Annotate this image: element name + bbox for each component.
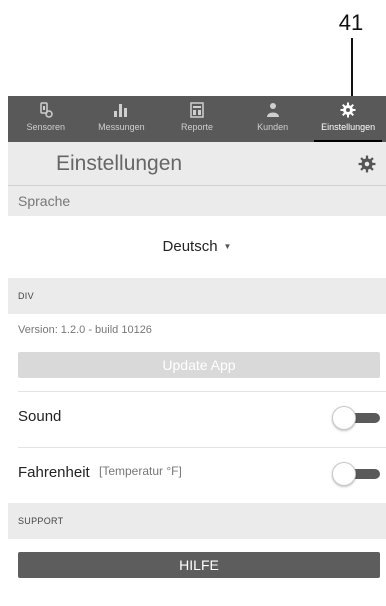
- sound-toggle[interactable]: [332, 406, 380, 430]
- report-icon: [189, 102, 205, 118]
- section-sprache: Sprache: [8, 186, 386, 216]
- divider: [18, 391, 386, 392]
- language-select[interactable]: Deutsch ▼: [8, 216, 386, 276]
- bar-chart-icon: [113, 102, 129, 118]
- nav-item-messungen[interactable]: Messungen: [84, 96, 160, 142]
- section-support: SUPPORT: [8, 503, 386, 539]
- gear-icon: [340, 102, 356, 118]
- settings-gear-icon[interactable]: [358, 155, 376, 173]
- nav-label: Messungen: [98, 122, 145, 132]
- nav-label: Einstellungen: [321, 122, 376, 132]
- page-title: Einstellungen: [56, 152, 183, 175]
- help-button[interactable]: HILFE: [18, 552, 380, 578]
- version-text: Version: 1.2.0 - build 10126: [18, 324, 152, 336]
- chevron-down-icon: ▼: [223, 241, 232, 251]
- page-header: Einstellungen: [8, 142, 386, 186]
- nav-label: Reporte: [180, 122, 213, 132]
- customers-icon: [265, 102, 281, 118]
- divider: [18, 447, 386, 448]
- fahrenheit-sublabel: [Temperatur °F]: [99, 464, 182, 478]
- nav-item-reporte[interactable]: Reporte: [159, 96, 235, 142]
- fahrenheit-toggle[interactable]: [332, 462, 380, 486]
- nav-label: Sensoren: [26, 122, 66, 132]
- nav-item-kunden[interactable]: Kunden: [235, 96, 311, 142]
- callout: 41: [336, 10, 366, 36]
- section-div: DIV: [8, 278, 386, 314]
- update-app-button[interactable]: Update App: [18, 352, 380, 378]
- toggle-knob: [332, 406, 356, 430]
- nav-item-sensoren[interactable]: Sensoren: [8, 96, 84, 142]
- callout-number: 41: [338, 10, 364, 35]
- nav-item-einstellungen[interactable]: Einstellungen: [310, 96, 386, 142]
- sound-label: Sound: [18, 408, 62, 425]
- nav-label: Kunden: [257, 122, 289, 132]
- fahrenheit-label: Fahrenheit: [18, 464, 90, 481]
- language-value: Deutsch: [162, 237, 218, 255]
- sensor-icon: [38, 102, 54, 118]
- top-navigation: Sensoren Messungen Reporte Kunden Einste…: [8, 96, 386, 142]
- callout-line: [351, 38, 353, 100]
- toggle-knob: [332, 462, 356, 486]
